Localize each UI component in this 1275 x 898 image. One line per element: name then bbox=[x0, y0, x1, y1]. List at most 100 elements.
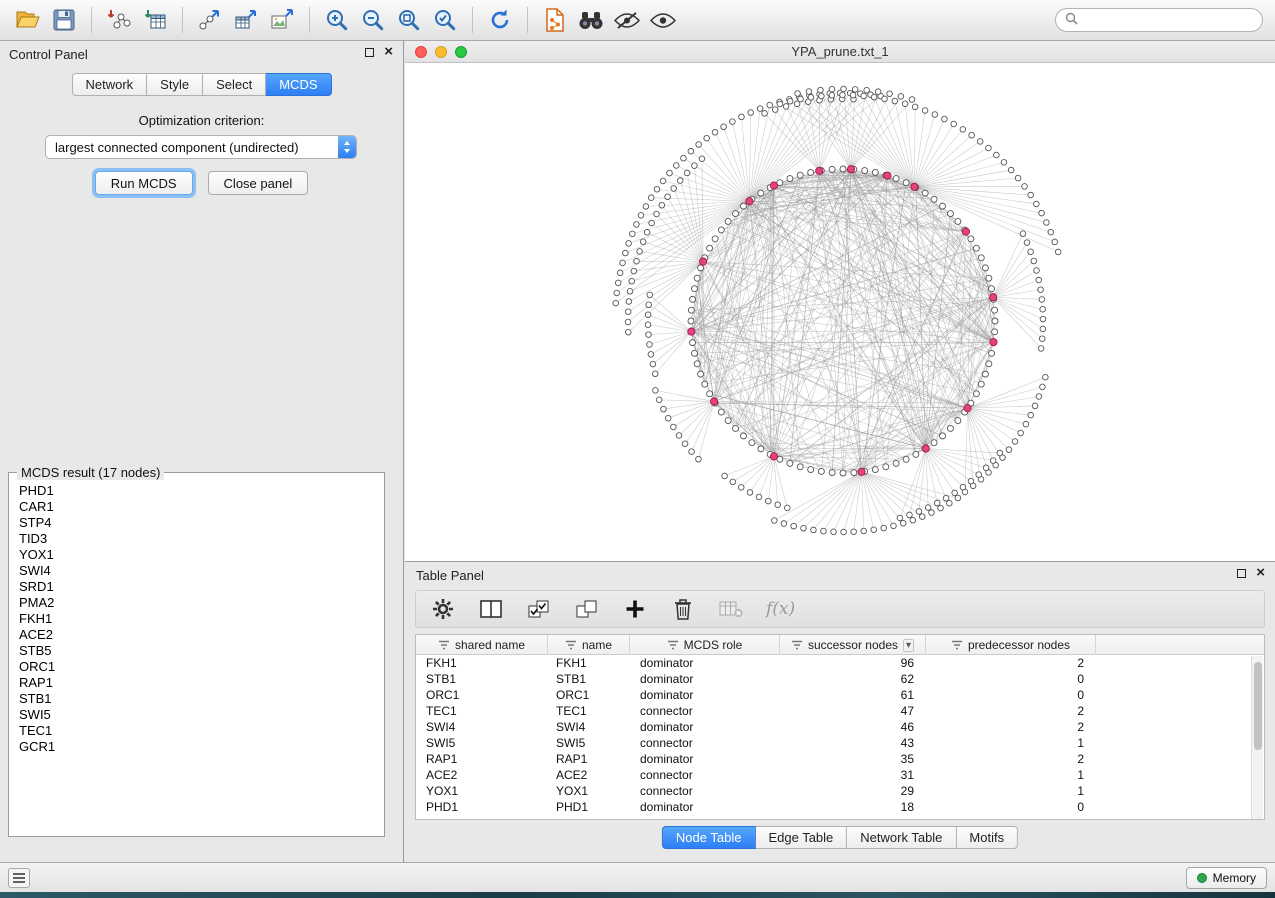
import-table-icon[interactable] bbox=[139, 4, 171, 36]
table-row[interactable]: STB1STB1dominator620 bbox=[416, 671, 1264, 687]
show-icon[interactable] bbox=[647, 4, 679, 36]
tab-mcds[interactable]: MCDS bbox=[266, 73, 331, 96]
table-row[interactable]: SWI4SWI4dominator462 bbox=[416, 719, 1264, 735]
tab-select[interactable]: Select bbox=[203, 73, 266, 96]
cell-name: ACE2 bbox=[548, 767, 630, 783]
tab-style[interactable]: Style bbox=[147, 73, 203, 96]
mcds-result-item[interactable]: FKH1 bbox=[19, 611, 374, 627]
criterion-dropdown[interactable]: largest connected component (undirected) bbox=[45, 135, 357, 159]
cell-role: dominator bbox=[630, 719, 780, 735]
run-mcds-button[interactable]: Run MCDS bbox=[95, 171, 193, 195]
search-field[interactable] bbox=[1055, 8, 1263, 32]
open-file-icon[interactable] bbox=[12, 4, 44, 36]
mcds-result-item[interactable]: ACE2 bbox=[19, 627, 374, 643]
mcds-result-list[interactable]: PHD1CAR1STP4TID3YOX1SWI4SRD1PMA2FKH1ACE2… bbox=[9, 480, 384, 818]
tab-motifs[interactable]: Motifs bbox=[956, 826, 1018, 849]
mcds-result-fieldset: MCDS result (17 nodes) PHD1CAR1STP4TID3Y… bbox=[8, 465, 385, 837]
table-row[interactable]: ORC1ORC1dominator610 bbox=[416, 687, 1264, 703]
network-window-titlebar[interactable]: YPA_prune.txt_1 bbox=[405, 41, 1275, 63]
destroy-table-icon bbox=[718, 596, 744, 622]
mcds-result-item[interactable]: TID3 bbox=[19, 531, 374, 547]
cell-predecessors: 0 bbox=[926, 671, 1096, 687]
table-row[interactable]: SWI5SWI5connector431 bbox=[416, 735, 1264, 751]
memory-button[interactable]: Memory bbox=[1186, 867, 1267, 889]
search-input[interactable] bbox=[1084, 13, 1253, 27]
mcds-result-item[interactable]: STB5 bbox=[19, 643, 374, 659]
float-panel-icon[interactable] bbox=[365, 48, 374, 57]
menu-icon[interactable] bbox=[8, 868, 30, 888]
table-row[interactable]: PHD1PHD1dominator180 bbox=[416, 799, 1264, 815]
mcds-result-item[interactable]: SRD1 bbox=[19, 579, 374, 595]
cell-successors: 35 bbox=[780, 751, 926, 767]
delete-row-icon[interactable] bbox=[670, 596, 696, 622]
column-header-shared-name[interactable]: shared name bbox=[416, 635, 548, 655]
chevron-down-icon[interactable]: ▾ bbox=[903, 639, 914, 652]
table-row[interactable]: RAP1RAP1dominator352 bbox=[416, 751, 1264, 767]
function-builder-icon: f(x) bbox=[766, 599, 795, 619]
mcds-result-item[interactable]: YOX1 bbox=[19, 547, 374, 563]
cell-name: STB1 bbox=[548, 671, 630, 687]
zoom-fit-icon[interactable] bbox=[393, 4, 425, 36]
cell-predecessors: 0 bbox=[926, 687, 1096, 703]
tab-network[interactable]: Network bbox=[71, 73, 147, 96]
table-scrollbar[interactable] bbox=[1251, 656, 1263, 819]
export-table-icon[interactable] bbox=[230, 4, 262, 36]
close-panel-button[interactable]: Close panel bbox=[208, 171, 309, 195]
scrollbar-thumb[interactable] bbox=[1254, 662, 1262, 750]
cell-name: FKH1 bbox=[548, 655, 630, 671]
table-row[interactable]: FKH1FKH1dominator962 bbox=[416, 655, 1264, 671]
export-image-icon[interactable] bbox=[266, 4, 298, 36]
table-row[interactable]: TEC1TEC1connector472 bbox=[416, 703, 1264, 719]
cell-successors: 31 bbox=[780, 767, 926, 783]
select-all-icon[interactable] bbox=[526, 596, 552, 622]
cell-shared-name: RAP1 bbox=[416, 751, 548, 767]
mcds-result-item[interactable]: SWI5 bbox=[19, 707, 374, 723]
cell-role: dominator bbox=[630, 655, 780, 671]
find-icon[interactable] bbox=[575, 4, 607, 36]
optimization-criterion-label: Optimization criterion: bbox=[0, 113, 403, 128]
toolbar-separator bbox=[472, 7, 473, 33]
sort-icon bbox=[667, 640, 679, 650]
zoom-out-icon[interactable] bbox=[357, 4, 389, 36]
deselect-all-icon[interactable] bbox=[574, 596, 600, 622]
column-header-predecessor-nodes[interactable]: predecessor nodes bbox=[926, 635, 1096, 655]
table-settings-icon[interactable] bbox=[430, 596, 456, 622]
cell-shared-name: STB1 bbox=[416, 671, 548, 687]
import-network-icon[interactable] bbox=[103, 4, 135, 36]
tab-network-table[interactable]: Network Table bbox=[847, 826, 956, 849]
cell-shared-name: ORC1 bbox=[416, 687, 548, 703]
mcds-result-item[interactable]: SWI4 bbox=[19, 563, 374, 579]
zoom-in-icon[interactable] bbox=[321, 4, 353, 36]
mcds-result-item[interactable]: ORC1 bbox=[19, 659, 374, 675]
add-row-icon[interactable] bbox=[622, 596, 648, 622]
network-canvas[interactable] bbox=[405, 63, 1273, 561]
refresh-icon[interactable] bbox=[484, 4, 516, 36]
share-document-icon[interactable] bbox=[539, 4, 571, 36]
mcds-result-item[interactable]: PHD1 bbox=[19, 483, 374, 499]
tab-node-table[interactable]: Node Table bbox=[662, 826, 756, 849]
zoom-selected-icon[interactable] bbox=[429, 4, 461, 36]
export-network-icon[interactable] bbox=[194, 4, 226, 36]
mcds-result-item[interactable]: PMA2 bbox=[19, 595, 374, 611]
hide-icon[interactable] bbox=[611, 4, 643, 36]
table-row[interactable]: ACE2ACE2connector311 bbox=[416, 767, 1264, 783]
mcds-result-item[interactable]: CAR1 bbox=[19, 499, 374, 515]
close-table-panel-icon[interactable]: × bbox=[1256, 567, 1265, 579]
mcds-result-item[interactable]: STP4 bbox=[19, 515, 374, 531]
column-header-mcds-role[interactable]: MCDS role bbox=[630, 635, 780, 655]
table-row[interactable]: YOX1YOX1connector291 bbox=[416, 783, 1264, 799]
show-columns-icon[interactable] bbox=[478, 596, 504, 622]
save-icon[interactable] bbox=[48, 4, 80, 36]
column-header-name[interactable]: name bbox=[548, 635, 630, 655]
close-panel-icon[interactable]: × bbox=[384, 46, 393, 58]
float-table-panel-icon[interactable] bbox=[1237, 569, 1246, 578]
mcds-result-item[interactable]: TEC1 bbox=[19, 723, 374, 739]
sort-icon bbox=[438, 640, 450, 650]
column-header-successor-nodes[interactable]: successor nodes ▾ bbox=[780, 635, 926, 655]
mcds-result-item[interactable]: STB1 bbox=[19, 691, 374, 707]
cell-role: dominator bbox=[630, 671, 780, 687]
mcds-result-item[interactable]: RAP1 bbox=[19, 675, 374, 691]
tab-edge-table[interactable]: Edge Table bbox=[755, 826, 847, 849]
sort-icon bbox=[791, 640, 803, 650]
mcds-result-item[interactable]: GCR1 bbox=[19, 739, 374, 755]
